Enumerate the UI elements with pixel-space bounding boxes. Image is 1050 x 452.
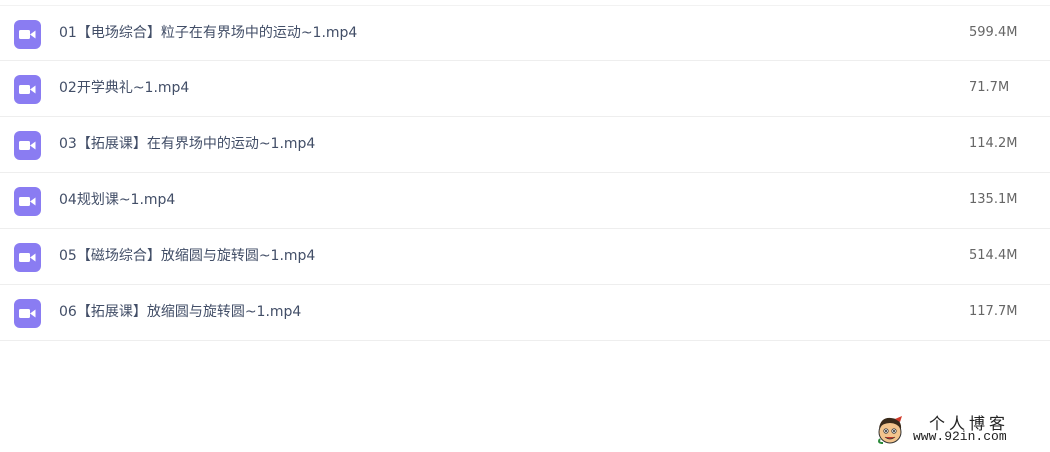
file-name[interactable]: 06【拓展课】放缩圆与旋转圆~1.mp4 [59,285,301,339]
file-name[interactable]: 03【拓展课】在有界场中的运动~1.mp4 [59,117,315,171]
file-row-03[interactable]: 03【拓展课】在有界场中的运动~1.mp4 114.2M [0,117,1050,173]
file-row-02[interactable]: 02开学典礼~1.mp4 71.7M [0,61,1050,117]
video-file-icon [14,75,41,104]
video-file-icon [14,20,41,49]
file-size: 117.7M [969,304,1018,319]
file-name[interactable]: 01【电场综合】粒子在有界场中的运动~1.mp4 [59,6,357,60]
file-name[interactable]: 02开学典礼~1.mp4 [59,61,189,115]
video-file-icon [14,299,41,328]
file-row-01[interactable]: 01【电场综合】粒子在有界场中的运动~1.mp4 599.4M [0,5,1050,61]
video-file-icon [14,131,41,160]
file-row-04[interactable]: 04规划课~1.mp4 135.1M [0,173,1050,229]
video-file-icon [14,187,41,216]
file-size: 71.7M [969,80,1010,95]
file-name[interactable]: 04规划课~1.mp4 [59,173,175,227]
watermark-url: www.92in.com [913,429,1007,444]
file-size: 135.1M [969,192,1018,207]
file-list: 01【电场综合】粒子在有界场中的运动~1.mp4 599.4M 02开学典礼~1… [0,5,1050,341]
cartoon-face-logo [878,416,902,444]
video-file-icon [14,243,41,272]
watermark: 个人博客 www.92in.com [875,412,1040,448]
file-name[interactable]: 05【磁场综合】放缩圆与旋转圆~1.mp4 [59,229,315,283]
file-row-05[interactable]: 05【磁场综合】放缩圆与旋转圆~1.mp4 514.4M [0,229,1050,285]
file-row-06[interactable]: 06【拓展课】放缩圆与旋转圆~1.mp4 117.7M [0,285,1050,341]
file-size: 514.4M [969,248,1018,263]
file-size: 114.2M [969,136,1018,151]
file-size: 599.4M [969,25,1018,40]
